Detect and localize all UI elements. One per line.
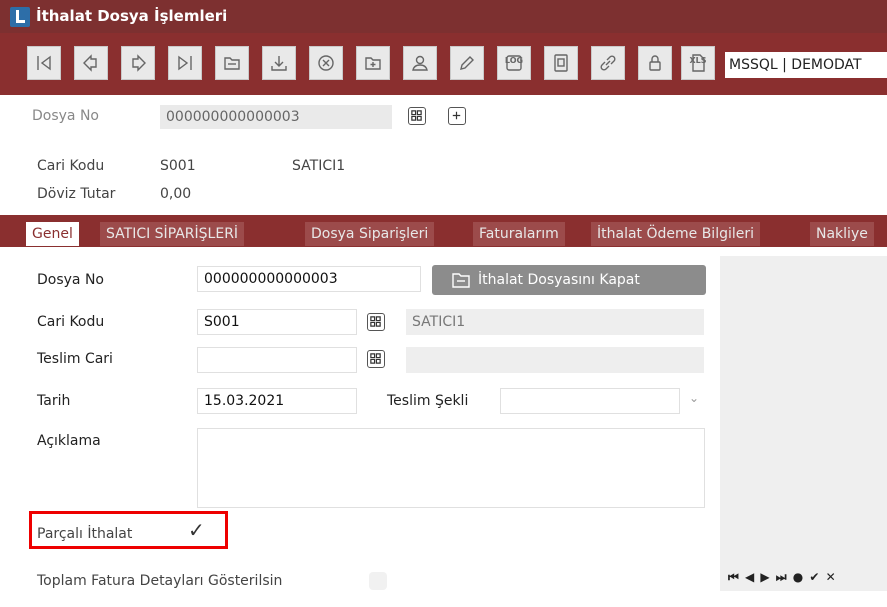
previous-record-button[interactable]: [74, 46, 108, 80]
lookup-icon: [370, 353, 381, 364]
tab-dosya-siparisleri[interactable]: Dosya Siparişleri: [305, 222, 435, 246]
next-record-button[interactable]: [121, 46, 155, 80]
window-title: İthalat Dosya İşlemleri: [36, 7, 228, 25]
tab-nakliye[interactable]: Nakliye: [810, 222, 874, 246]
log-button[interactable]: LOG: [497, 46, 531, 80]
add-icon: [452, 111, 461, 120]
tab-ithalat-odeme[interactable]: İthalat Ödeme Bilgileri: [591, 222, 761, 246]
tab-bar: Genel SATICI SİPARİŞLERİ Dosya Siparişle…: [0, 215, 887, 247]
lookup-icon: [370, 316, 381, 327]
folder-close-icon: [452, 273, 470, 288]
tab-satici-siparisleri[interactable]: SATICI SİPARİŞLERİ: [100, 222, 245, 246]
highlight-box: [29, 511, 228, 549]
first-record-button[interactable]: [27, 46, 61, 80]
tarih-input[interactable]: 15.03.2021: [197, 388, 357, 414]
header-doviz-tutar-label: Döviz Tutar: [37, 186, 116, 202]
lookup-icon: [411, 110, 422, 121]
record-navigator: ⏮ ◀ ▶ ⏭ ● ✔ ✕: [720, 565, 887, 591]
link-icon: [600, 55, 616, 71]
cari-kodu-lookup-button[interactable]: [367, 313, 385, 331]
header-cari-kodu-value: S001: [160, 158, 196, 174]
link-button[interactable]: [591, 46, 625, 80]
add-folder-icon: [365, 57, 381, 70]
add-folder-button[interactable]: [356, 46, 390, 80]
export-xls-button[interactable]: XLS: [681, 46, 715, 80]
teslim-cari-name-field: [406, 347, 704, 373]
tab-genel[interactable]: Genel: [26, 222, 79, 246]
toplam-fatura-label: Toplam Fatura Detayları Gösterilsin: [37, 573, 283, 589]
aciklama-textarea[interactable]: [197, 428, 705, 508]
connection-info: MSSQL | DEMODAT: [725, 52, 887, 78]
teslim-cari-label: Teslim Cari: [37, 351, 113, 367]
first-arrow-icon: [37, 55, 51, 71]
folder-button[interactable]: [215, 46, 249, 80]
teslim-sekli-select[interactable]: [500, 388, 680, 414]
tarih-label: Tarih: [37, 393, 71, 409]
header-cari-kodu-label: Cari Kodu: [37, 158, 105, 174]
user-icon: [412, 55, 428, 71]
user-button[interactable]: [403, 46, 437, 80]
dosya-no-input[interactable]: 000000000000003: [197, 266, 421, 292]
close-file-button[interactable]: İthalat Dosyasını Kapat: [432, 265, 706, 295]
aciklama-label: Açıklama: [37, 433, 101, 449]
pencil-icon: [460, 56, 474, 70]
dosya-no-label: Dosya No: [37, 272, 104, 288]
next-arrow-icon: [132, 54, 146, 72]
download-icon: [271, 56, 287, 71]
teslim-cari-lookup-button[interactable]: [367, 350, 385, 368]
chevron-down-icon[interactable]: ⌄: [689, 391, 699, 405]
edit-button[interactable]: [450, 46, 484, 80]
toplam-fatura-checkbox[interactable]: [369, 572, 387, 590]
cari-kodu-input[interactable]: S001: [197, 309, 357, 335]
tab-faturalarim[interactable]: Faturalarım: [473, 222, 565, 246]
teslim-cari-input[interactable]: [197, 347, 357, 373]
cari-name-field: SATICI1: [406, 309, 704, 335]
window-titlebar: İthalat Dosya İşlemleri: [0, 0, 887, 33]
cari-kodu-label: Cari Kodu: [37, 314, 105, 330]
previous-arrow-icon: [83, 54, 97, 72]
header-lookup-button[interactable]: [408, 107, 426, 125]
header-dosya-no-field[interactable]: 000000000000003: [160, 105, 392, 129]
teslim-sekli-label: Teslim Şekli: [387, 393, 469, 409]
lock-icon: [649, 55, 661, 71]
header-add-button[interactable]: [448, 107, 466, 125]
header-cari-name: SATICI1: [292, 158, 346, 174]
navigator-buttons[interactable]: ⏮ ◀ ▶ ⏭ ● ✔ ✕: [728, 570, 837, 585]
download-button[interactable]: [262, 46, 296, 80]
app-logo-icon: [10, 7, 30, 27]
header-panel: Dosya No 000000000000003 Cari Kodu S001 …: [0, 95, 887, 215]
last-record-button[interactable]: [168, 46, 202, 80]
document-button[interactable]: [544, 46, 578, 80]
toolbar: LOG XLS MSSQL | DEMODAT: [0, 33, 887, 95]
header-dosya-no-label: Dosya No: [32, 108, 99, 124]
lock-button[interactable]: [638, 46, 672, 80]
cancel-circle-icon: [318, 55, 334, 71]
header-doviz-tutar-value: 0,00: [160, 186, 192, 202]
side-panel: [720, 256, 887, 587]
cancel-button[interactable]: [309, 46, 343, 80]
last-arrow-icon: [178, 55, 192, 71]
document-icon: [554, 54, 568, 72]
folder-icon: [224, 57, 240, 70]
